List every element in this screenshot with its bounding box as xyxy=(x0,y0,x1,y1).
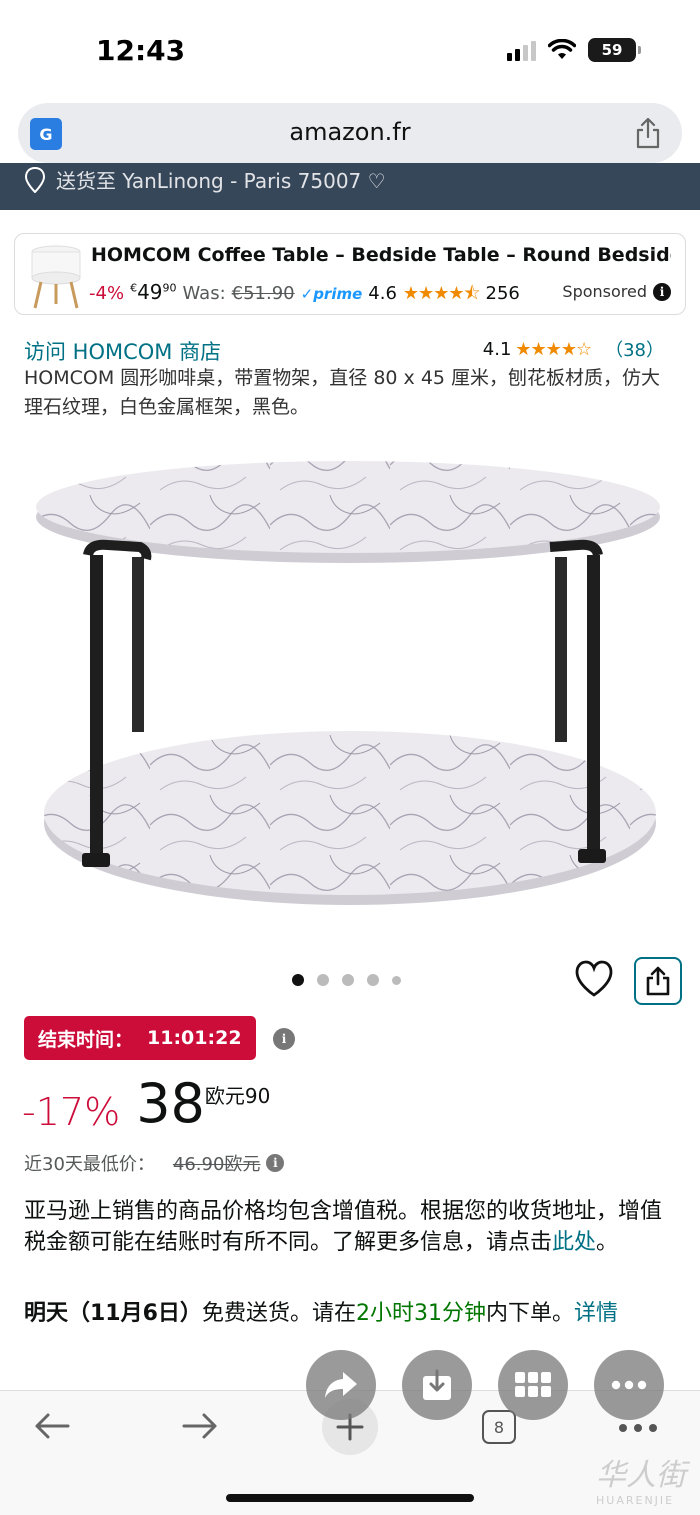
cellular-signal-icon xyxy=(507,39,536,61)
forward-arrow-icon[interactable] xyxy=(180,1411,220,1441)
rating-value: 4.1 xyxy=(482,338,512,360)
info-icon[interactable]: i xyxy=(653,282,671,301)
carousel-dot[interactable] xyxy=(392,975,401,985)
lowest-price-row: 近30天最低价： 46.90欧元 i xyxy=(24,1150,285,1176)
sponsored-product-image[interactable] xyxy=(23,238,85,312)
clock: 12:43 xyxy=(96,34,186,67)
share-button[interactable] xyxy=(634,957,682,1005)
sponsored-was-price: €51.90 xyxy=(231,283,295,304)
vat-here-link[interactable]: 此处 xyxy=(552,1230,596,1255)
home-indicator xyxy=(226,1494,474,1502)
sponsored-label[interactable]: Sponsored i xyxy=(562,282,671,301)
visit-store-link[interactable]: 访问 HOMCOM 商店 xyxy=(24,336,221,366)
carousel-dot[interactable] xyxy=(342,974,354,986)
discount-percent: -17% xyxy=(22,1090,121,1134)
carousel-dot[interactable] xyxy=(367,974,379,986)
location-pin-icon xyxy=(24,167,46,193)
prime-badge: ✓prime xyxy=(300,285,363,303)
sponsored-stars: ★★★★⯪ xyxy=(402,283,481,304)
carousel-dot[interactable] xyxy=(292,974,304,986)
deal-timer: 11:01:22 xyxy=(147,1027,242,1049)
lowest-price-label: 近30天最低价： xyxy=(24,1154,155,1175)
delivery-date: 明天（11月6日） xyxy=(24,1301,202,1326)
tabs-button[interactable]: 8 xyxy=(482,1410,516,1444)
sponsored-rating: 4.6 xyxy=(368,283,397,304)
sponsored-price: €4990 xyxy=(130,280,177,304)
deliver-to-text[interactable]: 送货至 YanLinong - Paris 75007 ♡ xyxy=(56,165,386,194)
carousel-dot[interactable] xyxy=(317,974,329,986)
lowest-price-info-icon[interactable]: i xyxy=(266,1154,285,1172)
image-carousel-dots[interactable] xyxy=(292,974,401,986)
address-bar[interactable]: G amazon.fr xyxy=(18,103,682,163)
order-countdown: 2小时31分钟 xyxy=(355,1301,486,1326)
deliver-to-bar[interactable]: 送货至 YanLinong - Paris 75007 ♡ xyxy=(0,163,700,210)
url-text[interactable]: amazon.fr xyxy=(18,118,682,146)
share-icon[interactable] xyxy=(634,117,662,149)
sponsored-was-label: Was: xyxy=(182,283,226,304)
watermark: 华人街 HUARENJIE xyxy=(596,1458,686,1507)
share-icon xyxy=(646,966,670,996)
more-options-button[interactable] xyxy=(594,1350,664,1420)
grid-icon xyxy=(515,1372,551,1397)
product-title: HOMCOM 圆形咖啡桌，带置物架，直径 80 x 45 厘米，刨花板材质，仿大… xyxy=(24,367,661,418)
sponsored-product-card[interactable]: HOMCOM Coffee Table – Bedside Table – Ro… xyxy=(14,233,686,315)
lowest-price-value: 46.90欧元 xyxy=(172,1154,261,1175)
save-download-button[interactable] xyxy=(402,1350,472,1420)
sponsored-product-title[interactable]: HOMCOM Coffee Table – Bedside Table – Ro… xyxy=(91,244,671,266)
ellipsis-icon xyxy=(611,1380,647,1390)
battery-icon: 59 xyxy=(588,38,641,62)
download-icon xyxy=(423,1369,451,1400)
wifi-icon xyxy=(548,39,576,59)
rating-count[interactable]: （38） xyxy=(605,336,664,362)
forward-icon xyxy=(325,1372,357,1398)
price-integer: 38 xyxy=(136,1072,205,1135)
grid-button[interactable] xyxy=(498,1350,568,1420)
delivery-details-link[interactable]: 详情 xyxy=(574,1301,618,1326)
price-row: -17% 38 欧元90 xyxy=(22,1072,270,1136)
rating-stars: ★★★★☆ xyxy=(515,338,592,360)
delivery-info: 明天（11月6日）免费送货。请在2小时31分钟内下单。详情 xyxy=(24,1301,618,1326)
product-image[interactable] xyxy=(30,435,670,905)
heart-icon[interactable] xyxy=(574,960,614,998)
deal-info-icon[interactable]: i xyxy=(273,1028,295,1050)
sponsored-price-row: -4% €4990 Was: €51.90 ✓prime 4.6 ★★★★⯪ 2… xyxy=(89,280,520,311)
sponsored-discount: -4% xyxy=(89,283,125,304)
price-decimal: 欧元90 xyxy=(204,1084,271,1108)
deal-label: 结束时间： xyxy=(38,1028,134,1051)
sponsored-review-count: 256 xyxy=(485,283,520,304)
back-arrow-icon[interactable] xyxy=(32,1411,72,1441)
deal-timer-badge: 结束时间： 11:01:22 xyxy=(24,1016,256,1060)
more-icon[interactable] xyxy=(618,1423,658,1433)
status-bar: 12:43 59 xyxy=(0,0,700,100)
forward-share-button[interactable] xyxy=(306,1350,376,1420)
product-rating[interactable]: 4.1 ★★★★☆ （38） xyxy=(483,336,664,362)
vat-notice: 亚马逊上销售的商品价格均包含增值税。根据您的收货地址，增值税金额可能在结账时有所… xyxy=(24,1199,663,1255)
status-icons: 59 xyxy=(507,38,641,62)
